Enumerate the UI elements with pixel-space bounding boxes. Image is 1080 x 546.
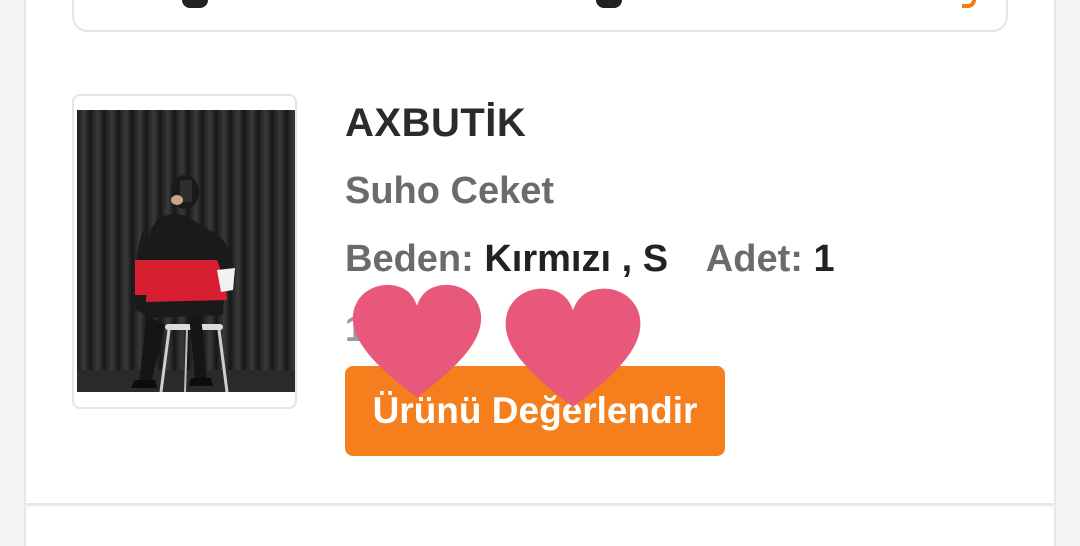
item-price: 1 ... ₺	[345, 308, 441, 349]
product-photo	[77, 110, 295, 392]
quantity-value: 1	[813, 238, 835, 280]
rate-product-button[interactable]: Ürünü Değerlendir	[345, 366, 725, 456]
clipped-text-fragment	[596, 0, 622, 8]
product-image[interactable]	[72, 94, 297, 409]
next-order-item-card	[24, 507, 1056, 546]
previous-section-box	[72, 0, 1008, 32]
quantity-label: Adet:	[705, 238, 803, 280]
variant-details: Beden: Kırmızı , S Adet: 1	[345, 238, 835, 281]
size-value: Kırmızı , S	[484, 238, 669, 280]
size-label: Beden:	[345, 238, 474, 280]
clipped-text-fragment	[182, 0, 208, 8]
brand-name: AXBUTİK	[345, 101, 527, 145]
order-detail-screen: AXBUTİK Suho Ceket Beden: Kırmızı , S Ad…	[0, 0, 1080, 546]
chevron-icon[interactable]	[962, 0, 976, 8]
product-name: Suho Ceket	[345, 170, 555, 212]
